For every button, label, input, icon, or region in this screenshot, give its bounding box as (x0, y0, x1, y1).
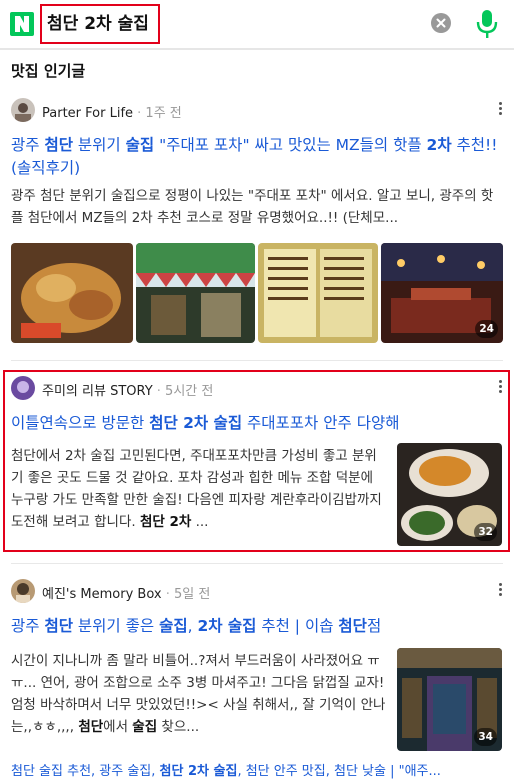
title-keyword: 2차 (426, 136, 452, 154)
post-image[interactable]: 32 (397, 443, 502, 546)
search-bar: 첨단 2차 술집 (0, 0, 514, 50)
related-tags[interactable]: 첨단 술집 추천, 광주 술집, 첨단 2차 술집, 첨단 안주 맛집, 첨단 … (11, 760, 503, 779)
author-name[interactable]: Parter For Life (42, 106, 133, 121)
post-snippet[interactable]: 첨단에서 2차 술집 고민된다면, 주대포포차만큼 가성비 좋고 분위기 좋은 … (11, 445, 386, 543)
close-icon (436, 18, 446, 28)
post-title[interactable]: 광주 첨단 분위기 술집 "주대포 포차" 싸고 맛있는 MZ들의 핫플 2차 … (11, 134, 503, 180)
search-input[interactable]: 첨단 2차 술집 (40, 4, 160, 44)
title-keyword: 첨단 (338, 617, 367, 635)
title-text: 점 (366, 617, 382, 635)
microphone-icon[interactable] (476, 8, 498, 40)
photo-count-badge: 32 (474, 523, 497, 541)
snippet-text: 에서 (103, 719, 133, 735)
post-image[interactable] (11, 243, 133, 343)
more-options-icon[interactable] (497, 378, 503, 396)
title-keyword: 술집 (125, 136, 155, 154)
title-text: , (187, 617, 198, 635)
title-text: 추천 | 이솝 (256, 617, 339, 635)
post-image[interactable]: 34 (397, 648, 502, 751)
more-options-icon[interactable] (497, 581, 503, 599)
title-text: 분위기 (72, 136, 126, 154)
snippet-keyword: 첨단 2차 (139, 514, 192, 530)
avatar[interactable] (11, 579, 35, 603)
snippet-keyword: 술집 (132, 719, 158, 735)
snippet-text: ... (191, 514, 209, 530)
photo-count-badge: 24 (475, 320, 498, 338)
post-title[interactable]: 광주 첨단 분위기 좋은 술집, 2차 술집 추천 | 이솝 첨단점 (11, 615, 503, 638)
post-snippet[interactable]: 시간이 지나니까 좀 말라 비틀어..?져서 부드러움이 사라졌어요 ㅠㅠ...… (11, 650, 386, 738)
author-row[interactable]: 주미의 리뷰 STORY · 5시간 전 (11, 376, 503, 402)
author-name[interactable]: 주미의 리뷰 STORY (42, 384, 153, 399)
title-text: 광주 (11, 617, 45, 635)
author-row[interactable]: 예진's Memory Box · 5일 전 (11, 579, 503, 605)
photo-count-badge: 34 (474, 728, 497, 746)
author-row[interactable]: Parter For Life · 1주 전 (11, 98, 503, 124)
naver-logo-icon[interactable] (10, 12, 34, 36)
post-image[interactable] (136, 243, 255, 343)
tags-text: 첨단 술집 추천, 광주 술집, (11, 764, 160, 779)
avatar[interactable] (11, 376, 35, 400)
section-title: 맛집 인기글 (11, 62, 86, 80)
post-snippet[interactable]: 광주 첨단 분위기 술집으로 정평이 나있는 "주대포 포차" 에서요. 알고 … (11, 185, 503, 229)
tags-text: , 첨단 안주 맛집, 첨단 낮술 | "애주... (237, 764, 441, 779)
tags-keyword: 첨단 2차 술집 (159, 764, 238, 779)
post-title[interactable]: 이틀연속으로 방문한 첨단 2차 술집 주대포포차 안주 다양해 (11, 412, 503, 435)
title-keyword: 술집 (159, 617, 188, 635)
title-keyword: 첨단 (44, 617, 73, 635)
post-image[interactable]: 24 (381, 243, 503, 343)
post-image[interactable] (258, 243, 378, 343)
separator: · (161, 587, 174, 602)
title-text: 이틀연속으로 방문한 (11, 414, 150, 432)
post-time: 1주 전 (145, 106, 182, 121)
separator: · (133, 106, 146, 121)
title-keyword: 첨단 2차 술집 (149, 414, 243, 432)
divider (11, 360, 503, 361)
post-time: 5시간 전 (165, 384, 214, 399)
divider (11, 563, 503, 564)
title-text: "주대포 포차" 싸고 맛있는 MZ들의 핫플 (154, 136, 427, 154)
snippet-text: 찾으... (157, 719, 200, 735)
separator: · (152, 384, 166, 399)
title-text: 분위기 좋은 (72, 617, 160, 635)
more-options-icon[interactable] (497, 100, 503, 118)
post-time: 5일 전 (173, 587, 211, 602)
avatar[interactable] (11, 98, 35, 122)
snippet-keyword: 첨단 (78, 719, 104, 735)
author-name[interactable]: 예진's Memory Box (42, 587, 162, 602)
title-keyword: 2차 술집 (197, 617, 257, 635)
clear-search-button[interactable] (431, 13, 451, 33)
title-text: 주대포포차 안주 다양해 (242, 414, 400, 432)
title-text: 광주 (11, 136, 45, 154)
title-keyword: 첨단 (44, 136, 73, 154)
